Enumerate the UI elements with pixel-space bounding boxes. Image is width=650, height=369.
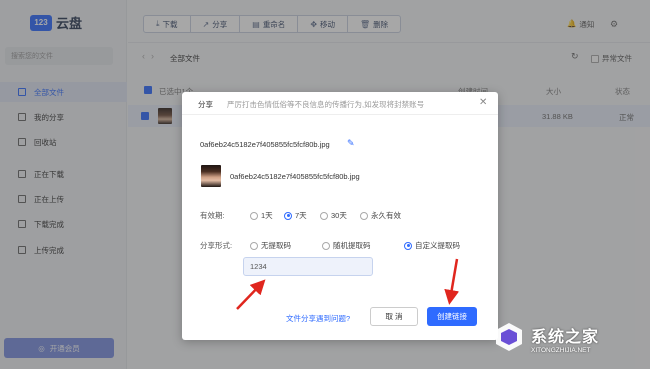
option-label: 1天 xyxy=(261,211,273,220)
cancel-button[interactable]: 取 消 xyxy=(370,307,418,326)
option-label: 30天 xyxy=(331,211,347,220)
validity-option-7days[interactable]: 7天 xyxy=(284,210,307,221)
thumbnail-filename: 0af6eb24c5182e7f405855fc5fcf80b.jpg xyxy=(230,172,360,181)
dialog-title: 分享 xyxy=(198,100,213,109)
share-form-custom-code[interactable]: 自定义提取码 xyxy=(404,240,460,251)
edit-icon[interactable]: ✎ xyxy=(347,138,355,149)
option-label: 随机提取码 xyxy=(333,241,371,250)
validity-option-30days[interactable]: 30天 xyxy=(320,210,347,221)
radio-button[interactable] xyxy=(404,241,412,250)
option-label: 永久有效 xyxy=(371,211,401,220)
divider xyxy=(182,114,498,115)
validity-label: 有效期: xyxy=(200,211,225,220)
custom-code-input[interactable]: 1234 xyxy=(243,257,373,276)
share-filename: 0af6eb24c5182e7f405855fc5fcf80b.jpg xyxy=(200,140,330,149)
radio-button[interactable] xyxy=(320,211,328,220)
watermark-url: XITONGZHIJIA.NET xyxy=(531,347,591,354)
file-thumbnail xyxy=(201,165,221,187)
radio-button[interactable] xyxy=(250,211,258,220)
option-label: 7天 xyxy=(295,211,307,220)
share-form-label: 分享形式: xyxy=(200,241,233,250)
option-label: 无提取码 xyxy=(261,241,291,250)
validity-option-permanent[interactable]: 永久有效 xyxy=(360,210,401,221)
create-link-button[interactable]: 创建链接 xyxy=(427,307,477,326)
share-form-no-code[interactable]: 无提取码 xyxy=(250,240,291,251)
share-dialog: 分享 严厉打击色情低俗等不良信息的传播行为,如发现将封禁账号 ✕ 0af6eb2… xyxy=(182,92,498,340)
watermark-logo-icon xyxy=(496,323,522,351)
validity-option-1day[interactable]: 1天 xyxy=(250,210,273,221)
radio-button[interactable] xyxy=(250,241,258,250)
watermark: 系统之家 XITONGZHIJIA.NET xyxy=(493,315,645,365)
option-label: 自定义提取码 xyxy=(415,241,460,250)
watermark-title: 系统之家 xyxy=(531,329,600,346)
close-icon[interactable]: ✕ xyxy=(479,97,487,108)
share-form-random-code[interactable]: 随机提取码 xyxy=(322,240,371,251)
dialog-warning: 严厉打击色情低俗等不良信息的传播行为,如发现将封禁账号 xyxy=(227,100,425,109)
radio-button[interactable] xyxy=(322,241,330,250)
radio-button[interactable] xyxy=(360,211,368,220)
share-help-link[interactable]: 文件分享遇到问题? xyxy=(286,313,350,324)
radio-button[interactable] xyxy=(284,211,292,220)
